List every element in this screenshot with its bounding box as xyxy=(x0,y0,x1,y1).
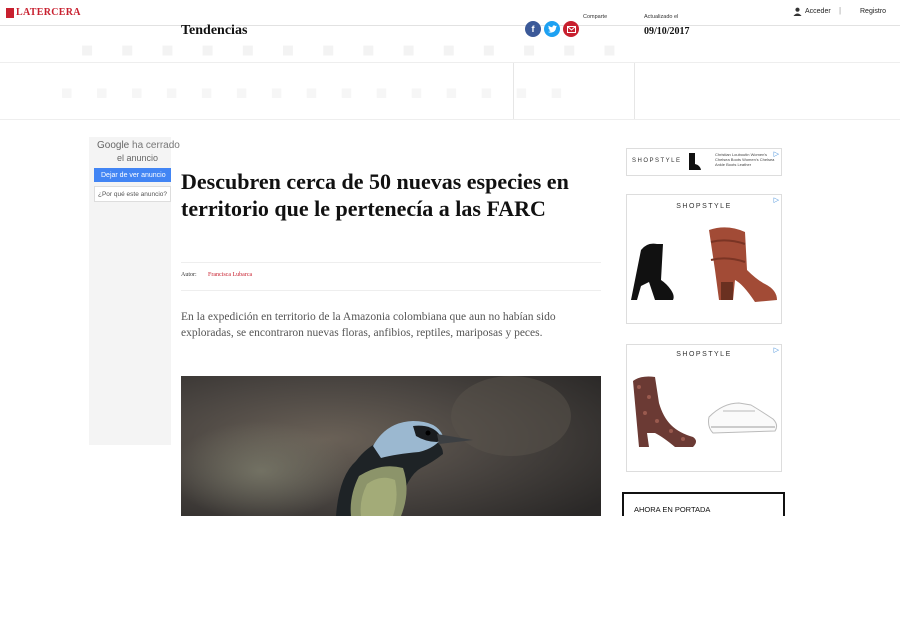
user-icon xyxy=(793,7,802,16)
meta-divider xyxy=(181,290,601,291)
portada-label: AHORA EN PORTADA xyxy=(634,505,711,514)
updated-label: Actualizado el xyxy=(644,14,679,20)
twitter-icon xyxy=(547,25,557,33)
shopstyle-small-text: Christian Louboutin Women's Chelsea Boot… xyxy=(715,152,775,167)
adchoices-icon[interactable]: ▷ xyxy=(774,150,779,158)
meta-divider xyxy=(181,262,601,263)
section-divider xyxy=(513,63,514,119)
author-link[interactable]: Francisca Lubarca xyxy=(208,272,252,278)
blank-area xyxy=(0,516,900,618)
author-label: Autor: xyxy=(181,272,197,278)
share-label: Comparte xyxy=(583,14,608,20)
faded-banner: ▪ ▪ ▪ ▪ ▪ ▪ ▪ ▪ ▪ ▪ ▪ ▪ ▪ ▪ xyxy=(0,26,900,62)
google-brand: Google xyxy=(97,140,130,151)
article-headline: Descubren cerca de 50 nuevas especies en… xyxy=(181,169,569,221)
shopstyle-logo: SHOPSTYLE xyxy=(632,158,682,164)
shopstyle-boots-ad[interactable]: SHOPSTYLE ▷ xyxy=(626,194,782,324)
adchoices-icon[interactable]: ▷ xyxy=(774,346,779,354)
facebook-share-button[interactable]: f xyxy=(525,21,541,37)
register-link[interactable]: Registro xyxy=(860,8,886,15)
article-lede: En la expedición en territorio de la Ama… xyxy=(181,311,556,339)
shopstyle-sneakers-ad[interactable]: SHOPSTYLE ▷ xyxy=(626,344,782,472)
stop-seeing-ad-button[interactable]: Dejar de ver anuncio xyxy=(94,168,171,182)
mail-share-button[interactable] xyxy=(563,21,579,37)
why-this-ad-button[interactable]: ¿Por qué este anuncio? xyxy=(94,186,171,202)
banner-ghost-decoration: ▪ ▪ ▪ ▪ ▪ ▪ ▪ ▪ ▪ ▪ ▪ ▪ ▪ ▪ xyxy=(80,27,625,62)
left-ad-slot xyxy=(89,137,171,445)
ad-closed-text-2: el anuncio xyxy=(117,153,159,163)
section-ghost-decoration: ▪ ▪ ▪ ▪ ▪ ▪ ▪ ▪ ▪ ▪ ▪ ▪ ▪ ▪ ▪ xyxy=(60,72,570,114)
logo-mark-icon xyxy=(6,7,14,18)
updated-date: 09/10/2017 xyxy=(644,26,690,37)
twitter-share-button[interactable] xyxy=(544,21,560,37)
shopstyle-logo: SHOPSTYLE xyxy=(676,203,732,210)
logo-text: LATERCERA xyxy=(16,7,81,18)
section-header: ▪ ▪ ▪ ▪ ▪ ▪ ▪ ▪ ▪ ▪ ▪ ▪ ▪ ▪ ▪ xyxy=(0,62,900,120)
shopstyle-logo: SHOPSTYLE xyxy=(676,351,732,358)
login-link[interactable]: Acceder xyxy=(793,7,831,16)
ad-closed-text: ha cerrado xyxy=(132,140,180,151)
adchoices-icon[interactable]: ▷ xyxy=(774,196,779,204)
section-title[interactable]: Tendencias xyxy=(181,23,247,39)
hero-bird-image xyxy=(181,376,601,516)
boots-product-image xyxy=(631,227,777,302)
google-ad-closed-line: Google ha cerrado xyxy=(97,140,180,151)
shopstyle-banner-ad[interactable]: SHOPSTYLE Christian Louboutin Women's Ch… xyxy=(626,148,782,176)
sneakers-product-image xyxy=(633,376,778,447)
bird-photo-illustration xyxy=(181,376,601,516)
header-separator: | xyxy=(839,6,842,15)
top-bar xyxy=(0,0,900,26)
boot-product-icon xyxy=(689,153,701,170)
login-label: Acceder xyxy=(805,8,831,15)
section-divider xyxy=(634,63,635,119)
mail-icon xyxy=(566,25,576,33)
facebook-icon: f xyxy=(531,24,535,34)
site-logo[interactable]: LATERCERA xyxy=(6,6,81,19)
